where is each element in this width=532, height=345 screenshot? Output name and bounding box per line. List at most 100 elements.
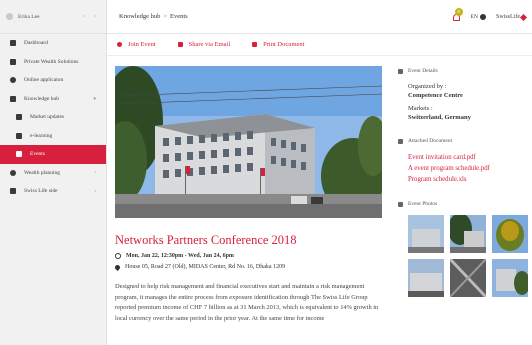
chart-icon <box>16 114 22 121</box>
event-details-title: Event Details <box>408 68 438 74</box>
sidebar-item-label: Market updates <box>30 114 65 121</box>
event-address: House 05, Road 27 (Old), MIDAS Center, R… <box>125 264 286 270</box>
photo-thumbnail[interactable] <box>450 259 486 297</box>
logo-text: SwissLife <box>496 14 520 20</box>
chevron-down-icon: ▾ <box>93 96 96 102</box>
markets-label: Markets : <box>408 105 433 112</box>
join-icon <box>117 42 122 47</box>
share-email-button[interactable]: Share via Email <box>177 41 231 48</box>
email-icon <box>177 42 183 47</box>
user-name[interactable]: Erika Lee <box>18 14 83 20</box>
organized-label: Organized by : <box>408 83 447 90</box>
event-photos-heading: Event Photos <box>398 199 532 209</box>
sidebar-item-label: Knowledge hub <box>24 95 59 102</box>
sidebar-item-knowledge-hub[interactable]: Knowledge hub ▾ <box>0 90 106 109</box>
user-header[interactable]: Erika Lee ‹ › <box>0 0 106 34</box>
photo-gallery <box>398 215 532 297</box>
breadcrumb-separator: > <box>163 13 168 20</box>
building-icon <box>10 188 16 195</box>
clock-icon <box>115 253 121 259</box>
attached-document-title: Attached Document <box>408 138 453 144</box>
sidebar-item-market-updates[interactable]: Market updates <box>0 108 106 127</box>
sidebar-item-label: Online applicaton <box>24 77 64 84</box>
photo-thumbnail[interactable] <box>408 259 444 297</box>
sidebar-item-swiss-life-side[interactable]: Swiss Life side › <box>0 182 106 201</box>
sidebar: Erika Lee ‹ › Dashboard Private Wealth S… <box>0 0 107 345</box>
globe-icon <box>480 14 486 20</box>
thumbnail-image <box>450 259 486 297</box>
document-link[interactable]: Program schedule.xls <box>408 174 532 185</box>
event-description: Designed to help risk management and fin… <box>115 283 379 322</box>
sidebar-item-label: Swiss Life side <box>24 188 58 195</box>
thumbnail-image <box>492 259 528 297</box>
breadcrumb-parent[interactable]: Knowledge hub <box>119 13 160 20</box>
action-bar: Join Event Share via Email Print Documen… <box>107 34 532 56</box>
thumbnail-image <box>492 215 528 253</box>
attached-document-heading: Attached Document <box>398 136 532 146</box>
sidebar-item-wealth-planning[interactable]: Wealth planning › <box>0 164 106 183</box>
share-email-label: Share via Email <box>188 41 231 48</box>
photo-thumbnail[interactable] <box>492 215 528 253</box>
photo-thumbnail[interactable] <box>408 215 444 253</box>
sidebar-item-private-wealth[interactable]: Private Wealth Solutions <box>0 53 106 72</box>
print-document-label: Print Document <box>263 41 305 48</box>
event-date-row: Mon, Jan 22, 12:30pm - Wed, Jan 24, 6pm <box>115 253 382 259</box>
event-date: Mon, Jan 22, 12:30pm - Wed, Jan 24, 6pm <box>126 253 234 259</box>
sidebar-item-elearning[interactable]: e-learning <box>0 127 106 146</box>
sidebar-item-label: Dashboard <box>24 40 48 47</box>
folder-icon <box>10 95 16 102</box>
event-details: Organized by : Competence Centre Markets… <box>398 82 532 122</box>
photo-thumbnail[interactable] <box>492 259 528 297</box>
location-pin-icon <box>113 263 122 271</box>
sidebar-item-online-application[interactable]: Online applicaton <box>0 71 106 90</box>
event-sidebar: Event Details Organized by : Competence … <box>398 66 532 297</box>
breadcrumb: Knowledge hub > Events <box>119 13 188 20</box>
event-address-row: House 05, Road 27 (Old), MIDAS Center, R… <box>113 263 382 271</box>
thumbnail-image <box>450 215 486 253</box>
sidebar-item-events[interactable]: Events <box>0 145 106 164</box>
thumbnail-image <box>408 215 444 253</box>
notification-badge: 9 <box>454 8 463 16</box>
briefcase-icon <box>10 58 16 65</box>
header-tools: 9 EN SwissLife <box>452 0 528 34</box>
monitor-icon <box>16 132 22 139</box>
event-main: Networks Partners Conference 2018 Mon, J… <box>113 66 382 324</box>
organized-value: Competence Centre <box>408 92 463 99</box>
sidebar-item-label: Private Wealth Solutions <box>24 58 79 65</box>
print-document-button[interactable]: Print Document <box>252 41 304 48</box>
brand-logo: SwissLife <box>496 13 528 21</box>
calendar-icon <box>398 68 403 74</box>
notifications-button[interactable]: 9 <box>452 8 463 22</box>
join-event-label: Join Event <box>128 41 156 48</box>
event-photos-title: Event Photos <box>408 201 438 207</box>
image-icon <box>398 201 403 207</box>
document-icon <box>398 138 403 144</box>
markets-value: Switzerland, Germany <box>408 114 471 121</box>
event-hero-image <box>115 66 382 218</box>
event-title: Networks Partners Conference 2018 <box>115 233 297 247</box>
photo-thumbnail[interactable] <box>450 215 486 253</box>
event-details-heading: Event Details <box>398 66 532 76</box>
sidebar-collapse-arrows[interactable]: ‹ › <box>83 14 100 19</box>
language-selector[interactable]: EN <box>471 14 486 20</box>
document-list: Event invitation card.pdf A event progra… <box>398 152 532 185</box>
sidebar-item-label: e-learning <box>30 132 53 139</box>
document-link[interactable]: A event program schedule.pdf <box>408 163 532 174</box>
hero-illustration <box>115 66 382 218</box>
sidebar-item-label: Wealth planning <box>24 169 61 176</box>
gear-icon <box>10 169 16 176</box>
sidebar-item-dashboard[interactable]: Dashboard <box>0 34 106 53</box>
document-link[interactable]: Event invitation card.pdf <box>408 152 532 163</box>
language-label: EN <box>470 14 478 20</box>
thumbnail-image <box>408 259 444 297</box>
chevron-right-icon: › <box>94 170 96 176</box>
breadcrumb-current: Events <box>170 13 188 20</box>
sidebar-item-label: Events <box>30 151 45 158</box>
avatar[interactable] <box>6 13 13 20</box>
join-event-button[interactable]: Join Event <box>117 41 156 48</box>
top-bar: Knowledge hub > Events 9 EN SwissLife <box>107 0 532 34</box>
print-icon <box>252 42 258 47</box>
calendar-icon <box>16 151 22 158</box>
dashboard-icon <box>10 40 16 47</box>
person-icon <box>10 77 16 84</box>
